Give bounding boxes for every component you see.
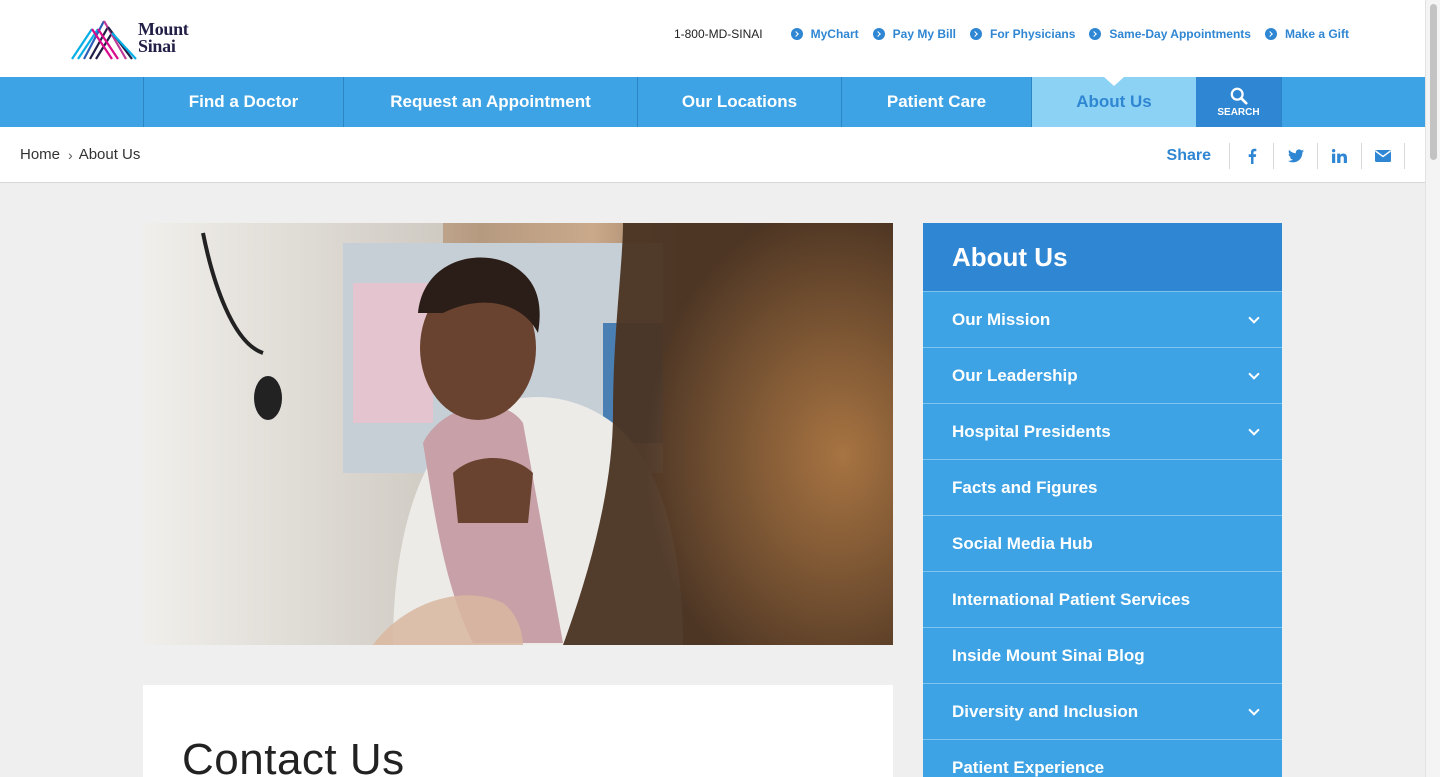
sidebar-item-label: Our Leadership [952,365,1078,385]
breadcrumb-current: About Us [78,146,141,163]
logo-text: Mount Sinai [138,19,189,56]
photo-icon [143,223,893,645]
nav-patient-care[interactable]: Patient Care [841,77,1031,127]
sidebar-item-label: Social Media Hub [952,533,1093,553]
chevron-down-icon[interactable] [1248,704,1260,716]
phone-number[interactable]: 1-800-MD-SINAI [674,27,763,41]
make-a-gift-link[interactable]: Make a Gift [1264,27,1349,41]
sidebar-item-label: Inside Mount Sinai Blog [952,645,1145,665]
mychart-link[interactable]: MyChart [790,27,859,41]
pay-my-bill-link[interactable]: Pay My Bill [872,27,956,41]
share-label: Share [1166,147,1211,164]
same-day-appointments-link[interactable]: Same-Day Appointments [1089,27,1251,41]
breadcrumb-bar: Home › About Us Share [0,127,1425,183]
arrow-circle-icon [970,28,982,40]
logo-mark-icon [71,20,137,60]
email-icon[interactable] [1361,143,1405,169]
nav-request-appointment[interactable]: Request an Appointment [343,77,637,127]
search-button[interactable]: SEARCH [1196,77,1282,127]
nav-our-locations[interactable]: Our Locations [637,77,841,127]
sidebar-item-label: Diversity and Inclusion [952,701,1139,721]
sidebar-item-label: Our Mission [952,309,1051,329]
main-nav: Find a Doctor Request an Appointment Our… [0,77,1425,127]
utility-links: 1-800-MD-SINAI MyChart Pay My Bill For P… [674,27,1349,41]
page-scrollbar[interactable] [1425,0,1440,777]
breadcrumb: Home › About Us [20,146,140,163]
sidebar-item-international-patient-services[interactable]: International Patient Services [923,571,1282,627]
arrow-circle-icon [1264,28,1277,40]
sidebar-item-inside-mount-sinai-blog[interactable]: Inside Mount Sinai Blog [923,627,1282,683]
facebook-icon[interactable] [1229,143,1273,169]
sidebar-item-hospital-presidents[interactable]: Hospital Presidents [923,403,1282,459]
top-header: Mount Sinai 1-800-MD-SINAI MyChart Pay M… [0,0,1425,77]
sidebar-item-label: Hospital Presidents [952,421,1111,441]
page: Mount Sinai 1-800-MD-SINAI MyChart Pay M… [0,0,1425,777]
arrow-circle-icon [1089,28,1102,40]
contact-us-heading: Contact Us [182,735,405,777]
nav-find-a-doctor[interactable]: Find a Doctor [143,77,343,127]
breadcrumb-separator-icon: › [68,146,73,163]
chevron-down-icon[interactable] [1248,312,1260,324]
arrow-circle-icon [872,28,885,40]
breadcrumb-home[interactable]: Home [20,146,60,163]
scrollbar-thumb[interactable] [1430,4,1437,160]
chevron-down-icon[interactable] [1248,368,1260,380]
search-label: SEARCH [1217,106,1260,118]
nav-about-us[interactable]: About Us [1031,77,1196,127]
sidebar-item-label: Facts and Figures [952,477,1098,497]
sidebar-item-facts-and-figures[interactable]: Facts and Figures [923,459,1282,515]
sidebar-item-our-leadership[interactable]: Our Leadership [923,347,1282,403]
hero-photo [143,223,893,645]
sidebar-title[interactable]: About Us [923,223,1282,291]
sidebar-item-patient-experience[interactable]: Patient Experience [923,739,1282,777]
mount-sinai-logo[interactable]: Mount Sinai [70,14,210,62]
sidebar-item-our-mission[interactable]: Our Mission [923,291,1282,347]
sidebar-item-label: International Patient Services [952,589,1191,609]
twitter-icon[interactable] [1273,143,1317,169]
sidebar-item-diversity-and-inclusion[interactable]: Diversity and Inclusion [923,683,1282,739]
linkedin-icon[interactable] [1317,143,1361,169]
search-icon [1230,87,1248,105]
sidebar-nav: About Us Our Mission Our Leadership Hosp… [923,223,1282,777]
sidebar-item-social-media-hub[interactable]: Social Media Hub [923,515,1282,571]
sidebar-item-label: Patient Experience [952,757,1105,777]
share-bar: Share [1167,143,1405,169]
arrow-circle-icon [790,28,803,40]
content-card: Contact Us [143,685,893,777]
for-physicians-link[interactable]: For Physicians [970,27,1075,41]
chevron-down-icon[interactable] [1248,424,1260,436]
